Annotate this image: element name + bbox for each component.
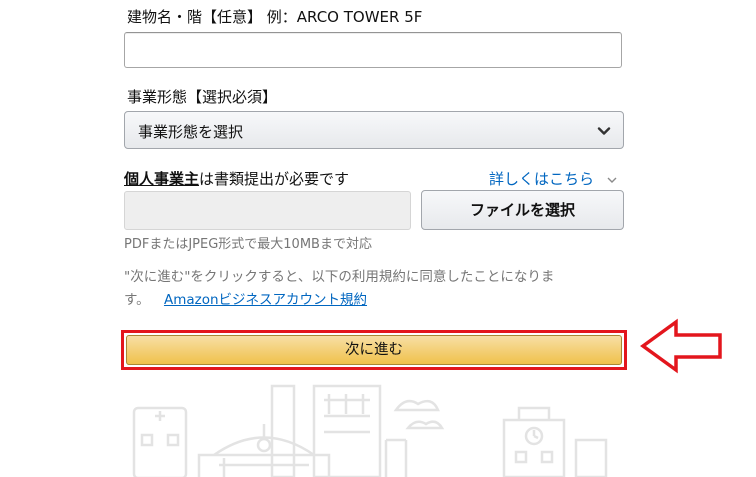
chevron-down-icon	[607, 177, 617, 183]
details-link-label: 詳しくはこちら	[489, 170, 595, 188]
agreement-line-2: す。 Amazonビジネスアカウント規約	[124, 289, 624, 312]
city-illustration	[132, 384, 608, 477]
terms-link[interactable]: Amazonビジネスアカウント規約	[164, 292, 367, 308]
chevron-down-icon	[597, 127, 611, 135]
document-requirement-text: は書類提出が必要です	[199, 170, 350, 188]
choose-file-button[interactable]: ファイルを選択	[421, 190, 624, 230]
arrow-left-icon	[640, 318, 722, 374]
sole-proprietor-text: 個人事業主	[124, 170, 200, 188]
next-button-highlight: 次に進む	[121, 330, 627, 370]
building-label: 建物名・階【任意】 例：ARCO TOWER 5F	[127, 8, 423, 26]
document-requirement-label: 個人事業主は書類提出が必要です	[124, 168, 349, 189]
building-input[interactable]	[124, 32, 622, 68]
business-type-select[interactable]: 事業形態を選択	[124, 111, 624, 149]
business-type-selected: 事業形態を選択	[138, 123, 244, 141]
file-name-display	[124, 191, 411, 230]
next-button[interactable]: 次に進む	[126, 335, 622, 365]
business-type-label: 事業形態【選択必須】	[127, 88, 278, 106]
details-link[interactable]: 詳しくはこちら	[489, 168, 617, 189]
agreement-text: "次に進む"をクリックすると、以下の利用規約に同意したことになりま す。 Ama…	[124, 266, 624, 312]
file-hint: PDFまたはJPEG形式で最大10MBまで対応	[124, 237, 372, 252]
agreement-line-2-text: す。	[124, 292, 150, 308]
agreement-line-1: "次に進む"をクリックすると、以下の利用規約に同意したことになりま	[124, 269, 555, 285]
